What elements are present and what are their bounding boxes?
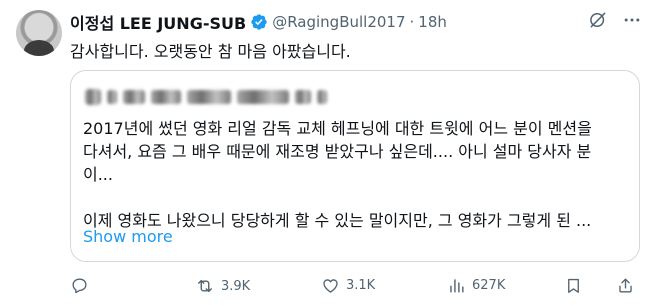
views-button[interactable]: 627K: [447, 276, 505, 295]
action-bar: 3.9K 3.1K 627K: [70, 276, 642, 300]
retweet-button[interactable]: 3.9K: [195, 276, 250, 296]
share-button[interactable]: [616, 276, 635, 295]
like-count: 3.1K: [346, 278, 376, 293]
quoted-line: 다셔서, 요즘 그 배우 때문에 재조명 받았구나 싶은데.... 아니 설마 …: [83, 142, 592, 161]
reply-button[interactable]: [70, 276, 95, 295]
avatar[interactable]: [16, 10, 62, 56]
redacted-block: [107, 90, 117, 104]
verified-badge-icon: [251, 14, 267, 30]
separator-dot: ·: [409, 13, 415, 31]
bookmark-icon: [568, 278, 579, 293]
redacted-block: [237, 90, 289, 104]
timestamp[interactable]: 18h: [418, 13, 447, 31]
quoted-line: 2017년에 썼던 영화 리얼 감독 교체 헤프닝에 대한 트윗에 어느 분이 …: [83, 119, 592, 138]
redacted-block: [187, 90, 231, 104]
bookmark-button[interactable]: [564, 276, 583, 295]
redacted-block: [295, 90, 311, 104]
quoted-avatar-redacted: [85, 89, 101, 105]
quoted-tweet-author-redacted: [85, 87, 327, 107]
like-button[interactable]: 3.1K: [321, 276, 375, 295]
quoted-line: 이...: [83, 165, 113, 184]
author-handle[interactable]: @RagingBull2017: [272, 13, 405, 31]
heart-icon: [323, 279, 338, 293]
tweet-text: 감사합니다. 오랫동안 참 마음 아팠습니다.: [70, 42, 351, 61]
quoted-tweet-body: 2017년에 썼던 영화 리얼 감독 교체 헤프닝에 대한 트윗에 어느 분이 …: [83, 117, 631, 232]
top-actions: [588, 10, 642, 30]
retweet-icon: [198, 279, 212, 293]
reply-icon: [72, 278, 87, 294]
share-icon: [619, 278, 632, 293]
grok-icon[interactable]: [588, 10, 608, 30]
redacted-block: [317, 90, 327, 104]
views-count: 627K: [472, 278, 506, 293]
quoted-tweet[interactable]: 2017년에 썼던 영화 리얼 감독 교체 헤프닝에 대한 트윗에 어느 분이 …: [70, 70, 640, 262]
redacted-block: [151, 90, 181, 104]
tweet-header: 이정섭 LEE JUNG-SUB @RagingBull2017 · 18h: [70, 10, 642, 34]
author-name[interactable]: 이정섭 LEE JUNG-SUB: [70, 10, 246, 34]
show-more-link[interactable]: Show more: [83, 227, 173, 246]
redacted-block: [123, 90, 145, 104]
retweet-count: 3.9K: [221, 278, 251, 294]
more-icon[interactable]: [622, 10, 642, 30]
views-icon: [450, 279, 464, 293]
